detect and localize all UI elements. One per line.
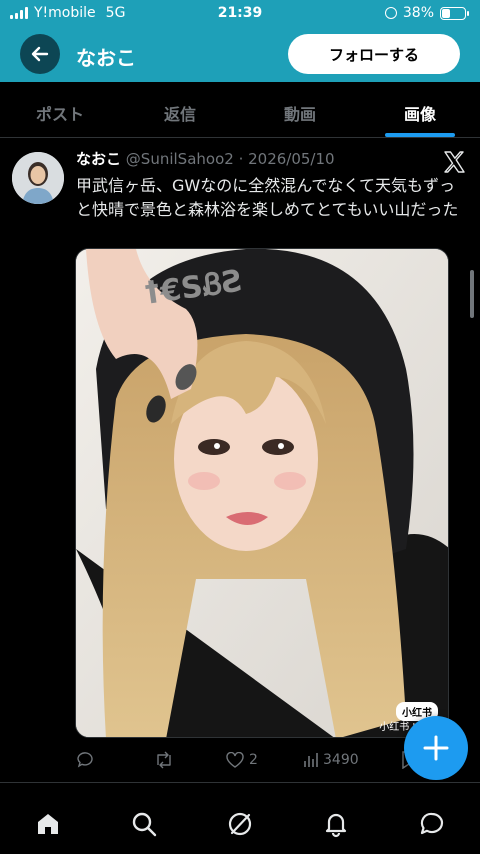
- heart-icon: [226, 752, 244, 768]
- rotation-lock-icon: [384, 7, 397, 19]
- top-bar: Y!mobile 5G 21:39 38% なおこ フォローする: [0, 0, 480, 82]
- scroll-indicator: [470, 270, 474, 318]
- post-meta: なおこ @SunilSahoo2 · 2026/05/10: [76, 150, 335, 168]
- post-image[interactable]: ꝉ€SᏰƧ 小红书 小红书 ID: XH: [75, 248, 449, 738]
- reply-button[interactable]: [76, 751, 154, 769]
- plus-icon: [423, 735, 449, 761]
- profile-tabs: ポスト 返信 動画 画像: [0, 82, 480, 138]
- battery-icon: [440, 6, 469, 20]
- avatar[interactable]: [12, 152, 64, 204]
- photo-content: ꝉ€SᏰƧ: [76, 249, 448, 737]
- home-icon: [38, 814, 58, 834]
- views-button[interactable]: 3490: [304, 752, 402, 768]
- author-name[interactable]: なおこ: [76, 150, 121, 168]
- nav-notifications[interactable]: [319, 807, 353, 841]
- battery-percent: 38%: [402, 5, 434, 21]
- x-logo-icon: [444, 151, 465, 173]
- page-title: なおこ: [76, 46, 136, 70]
- post-text: 甲武信ヶ岳、GWなのに全然混んでなくて天気もずっと快晴で景色と森林浴を楽しめてと…: [76, 176, 459, 219]
- compose-button[interactable]: [404, 716, 468, 780]
- nav-home[interactable]: [31, 807, 65, 841]
- like-count: 2: [249, 752, 258, 768]
- messages-icon: [420, 812, 444, 835]
- like-button[interactable]: 2: [226, 752, 304, 768]
- reply-icon: [77, 752, 93, 768]
- tab-replies[interactable]: 返信: [120, 82, 240, 137]
- views-icon: [304, 753, 318, 767]
- nav-grok[interactable]: [223, 807, 257, 841]
- nav-search[interactable]: [127, 807, 161, 841]
- repost-button[interactable]: [154, 751, 226, 769]
- tab-images[interactable]: 画像: [360, 82, 480, 137]
- follow-button[interactable]: フォローする: [288, 34, 460, 74]
- repost-icon: [157, 751, 171, 769]
- post-actions: 2 3490: [76, 750, 436, 770]
- post-date: 2026/05/10: [248, 150, 335, 168]
- tab-videos[interactable]: 動画: [240, 82, 360, 137]
- avatar-image: [12, 152, 64, 204]
- bottom-nav: [0, 782, 480, 854]
- grok-icon: [228, 812, 252, 836]
- notifications-icon: [325, 813, 347, 838]
- search-icon: [132, 812, 157, 837]
- post[interactable]: なおこ @SunilSahoo2 · 2026/05/10 甲武信ヶ岳、GWなの…: [0, 138, 480, 782]
- nav-messages[interactable]: [415, 807, 449, 841]
- view-count: 3490: [323, 752, 359, 768]
- tab-posts[interactable]: ポスト: [0, 82, 120, 137]
- profile-header: なおこ フォローする: [0, 28, 480, 78]
- arrow-left-icon: [31, 46, 49, 62]
- status-bar: Y!mobile 5G 21:39 38%: [0, 0, 480, 26]
- author-handle[interactable]: @SunilSahoo2: [126, 150, 234, 168]
- back-button[interactable]: [20, 34, 60, 74]
